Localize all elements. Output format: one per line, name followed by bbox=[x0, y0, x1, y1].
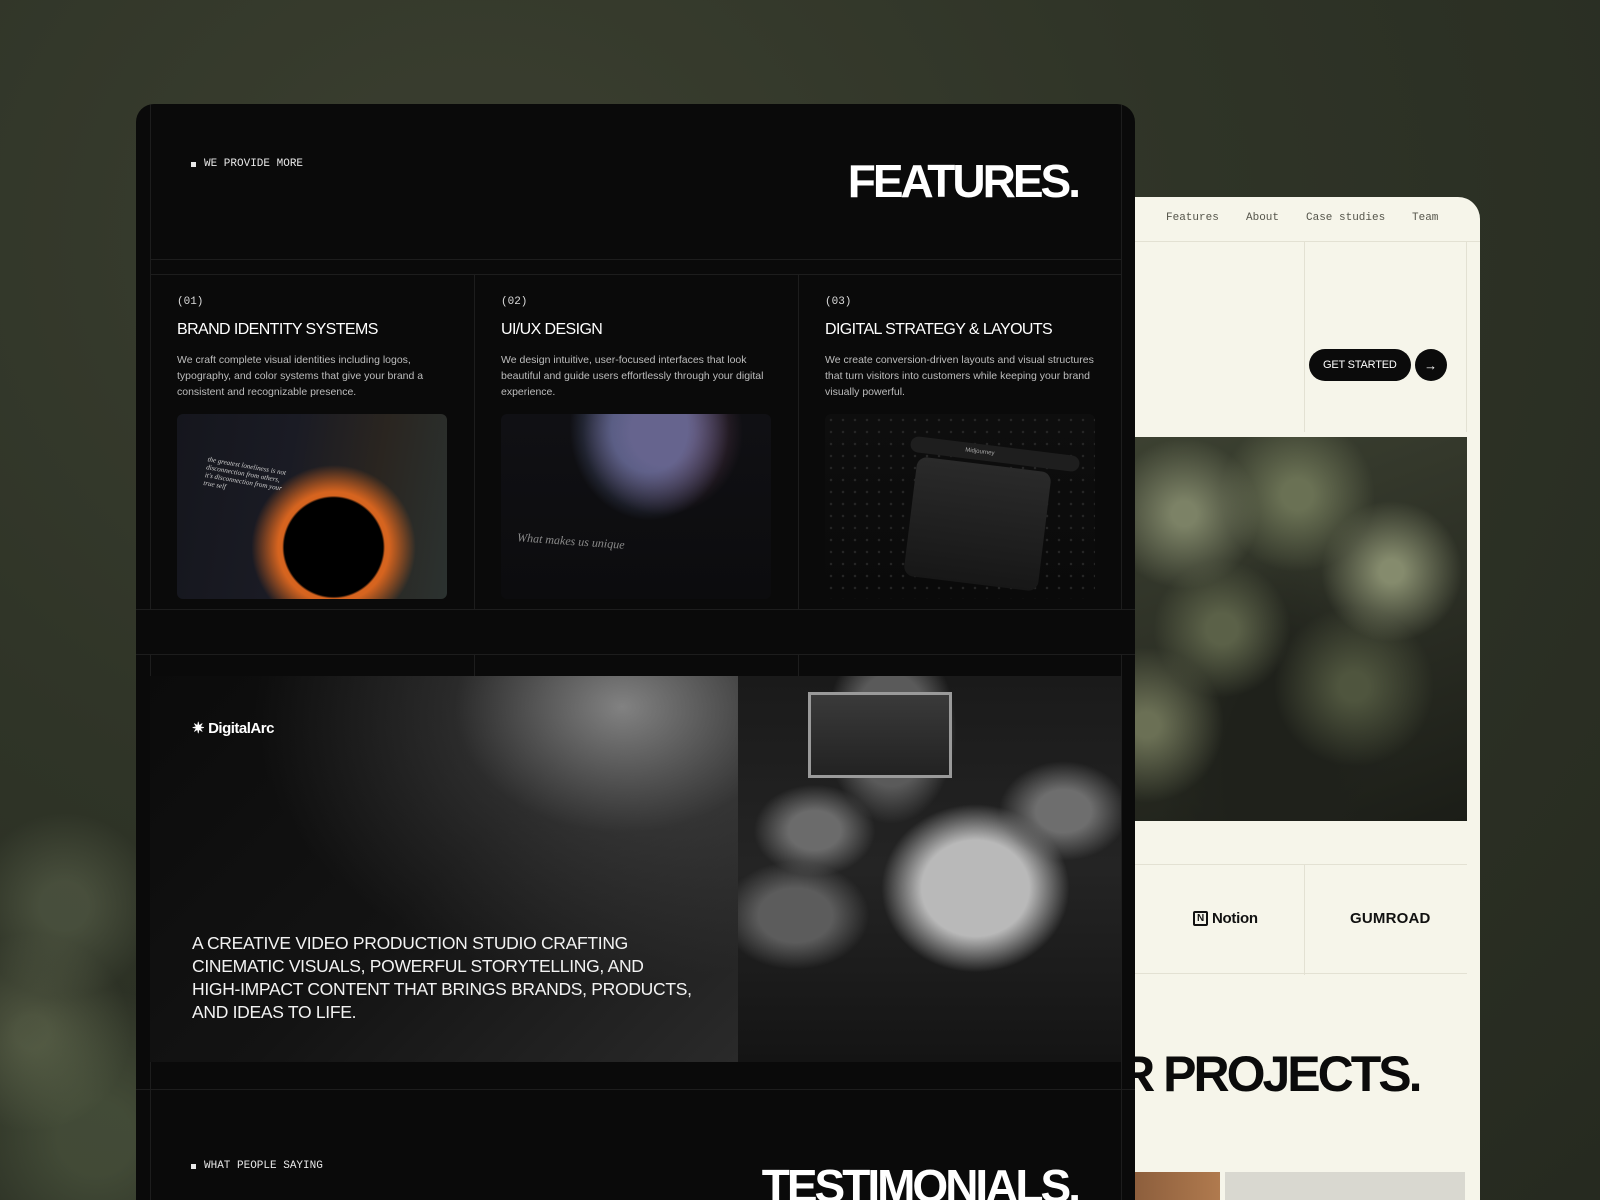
notion-icon: N bbox=[1193, 911, 1208, 926]
light-site-preview: Features About Case studies Team GET STA… bbox=[1090, 197, 1480, 1200]
feature-card-strategy: (03) DIGITAL STRATEGY & LAYOUTS We creat… bbox=[798, 274, 1122, 624]
top-nav: Features About Case studies Team bbox=[1090, 197, 1480, 242]
nav-case-studies[interactable]: Case studies bbox=[1306, 212, 1385, 224]
feature-image: What makes us unique bbox=[501, 414, 771, 599]
team-meeting-photo bbox=[738, 676, 1121, 1062]
hero-headline: A CREATIVE VIDEO PRODUCTION STUDIO CRAFT… bbox=[192, 933, 692, 1022]
feature-title: BRAND IDENTITY SYSTEMS bbox=[177, 321, 378, 338]
projects-heading: UR PROJECTS. bbox=[1090, 1046, 1423, 1102]
grid-divider bbox=[1304, 242, 1305, 432]
monitor-graphic bbox=[808, 692, 952, 778]
nav-team[interactable]: Team bbox=[1412, 212, 1438, 224]
square-bullet-icon bbox=[191, 161, 196, 167]
hero-section: ✷ DigitalArc A CREATIVE VIDEO PRODUCTION… bbox=[150, 676, 1121, 1062]
feature-description: We design intuitive, user-focused interf… bbox=[501, 354, 764, 398]
forest-image bbox=[1090, 437, 1467, 821]
testimonials-heading: TESTIMONIALS. bbox=[761, 1160, 1081, 1200]
nav-about[interactable]: About bbox=[1246, 212, 1279, 224]
project-thumbnail[interactable] bbox=[1225, 1172, 1465, 1200]
digitalarc-logo[interactable]: ✷ DigitalArc bbox=[192, 719, 274, 738]
feature-card-uiux: (02) UI/UX DESIGN We design intuitive, u… bbox=[474, 274, 798, 624]
nav-features[interactable]: Features bbox=[1166, 212, 1219, 224]
testimonials-eyebrow: WHAT PEOPLE SAYING bbox=[191, 1160, 323, 1172]
feature-number: (03) bbox=[825, 296, 852, 308]
feature-title: UI/UX DESIGN bbox=[501, 321, 603, 338]
features-eyebrow: WE PROVIDE MORE bbox=[191, 158, 303, 170]
brand-name: DigitalArc bbox=[208, 719, 274, 737]
feature-number: (01) bbox=[177, 296, 204, 308]
grid-divider bbox=[150, 259, 1121, 260]
feature-image-caption: What makes us unique bbox=[516, 530, 626, 552]
get-started-button[interactable]: GET STARTED bbox=[1309, 349, 1411, 381]
section-separator bbox=[136, 609, 1135, 655]
ui-panel-graphic bbox=[903, 456, 1052, 592]
testimonials-eyebrow-label: WHAT PEOPLE SAYING bbox=[204, 1160, 323, 1172]
feature-image: the greatest loneliness is not disconnec… bbox=[177, 414, 447, 599]
star-burst-icon: ✷ bbox=[192, 720, 205, 737]
features-heading: FEATURES. bbox=[847, 155, 1081, 207]
feature-title: DIGITAL STRATEGY & LAYOUTS bbox=[825, 321, 1053, 338]
gumroad-logo: GUMROAD bbox=[1350, 910, 1431, 927]
cta-group: GET STARTED → bbox=[1309, 349, 1447, 381]
hero-gradient-panel: ✷ DigitalArc A CREATIVE VIDEO PRODUCTION… bbox=[150, 676, 740, 1062]
grid-divider bbox=[1466, 242, 1467, 432]
feature-card-brand: (01) BRAND IDENTITY SYSTEMS We craft com… bbox=[150, 274, 474, 624]
feature-description: We craft complete visual identities incl… bbox=[177, 354, 424, 398]
arrow-right-icon[interactable]: → bbox=[1414, 349, 1447, 381]
notion-label: Notion bbox=[1212, 910, 1258, 927]
feature-image-caption: the greatest loneliness is not disconnec… bbox=[202, 455, 287, 493]
features-eyebrow-label: WE PROVIDE MORE bbox=[204, 158, 304, 170]
feature-image: Midjourney bbox=[825, 414, 1095, 599]
feature-number: (02) bbox=[501, 296, 528, 308]
client-logos-row: N Notion GUMROAD bbox=[1090, 864, 1467, 975]
square-bullet-icon bbox=[191, 1163, 196, 1169]
grid-divider bbox=[1304, 865, 1305, 975]
feature-description: We create conversion-driven layouts and … bbox=[825, 354, 1094, 398]
dark-site-preview: WE PROVIDE MORE FEATURES. (01) BRAND IDE… bbox=[136, 104, 1135, 1200]
notion-logo: N Notion bbox=[1193, 910, 1258, 927]
